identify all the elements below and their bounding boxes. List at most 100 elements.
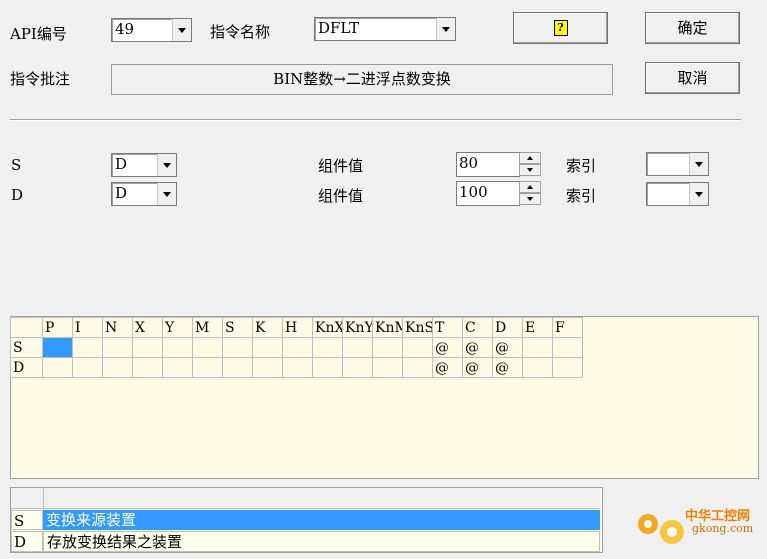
grid-column-header: T — [432, 317, 463, 338]
grid-cell[interactable] — [342, 337, 373, 358]
description-row-s[interactable]: S 变换来源装置 — [11, 510, 600, 531]
grid-cell[interactable] — [162, 357, 193, 378]
api-number-dropdown[interactable]: 49 — [111, 18, 192, 42]
description-row-d[interactable]: D 存放变换结果之装置 — [11, 531, 600, 552]
grid-cell[interactable] — [282, 357, 313, 378]
grid-column-header: N — [102, 317, 133, 338]
grid-cell[interactable] — [342, 357, 373, 378]
grid-cell[interactable] — [522, 337, 553, 358]
remark-label: 指令批注 — [10, 70, 71, 88]
operand-s-type-value: D — [115, 155, 128, 173]
grid-cell[interactable] — [252, 357, 283, 378]
operand-s-type-dropdown[interactable]: D — [111, 153, 177, 177]
description-row-text: 存放变换结果之装置 — [43, 531, 600, 552]
cancel-button[interactable]: 取消 — [645, 62, 740, 94]
grid-column-header: F — [552, 317, 583, 338]
operand-d-value-input[interactable]: 100 — [456, 181, 520, 206]
grid-cell[interactable] — [222, 337, 253, 358]
operand-s-value-input[interactable]: 80 — [456, 152, 520, 177]
grid-column-header: I — [72, 317, 103, 338]
description-row-label: S — [11, 510, 43, 530]
grid-cell[interactable] — [72, 337, 103, 358]
grid-column-header: KnS — [402, 317, 433, 338]
command-name-label: 指令名称 — [210, 23, 271, 41]
gear-icon — [638, 514, 684, 544]
ok-button[interactable]: 确定 — [645, 12, 740, 44]
grid-cell[interactable] — [552, 337, 583, 358]
grid-column-header: KnM — [372, 317, 403, 338]
grid-cell[interactable] — [312, 357, 343, 378]
grid-column-header: S — [222, 317, 253, 338]
operand-s-index-dropdown[interactable] — [646, 152, 709, 176]
watermark-logo: 中华工控网 gkong.com — [630, 497, 760, 552]
grid-cell[interactable] — [552, 357, 583, 378]
operand-d-spinner[interactable] — [519, 181, 541, 206]
spin-up-icon[interactable] — [519, 181, 541, 193]
operand-d-value-label: 组件值 — [318, 187, 364, 205]
grid-cell[interactable]: @ — [462, 337, 493, 358]
grid-cell[interactable] — [72, 357, 103, 378]
command-name-dropdown[interactable]: DFLT — [314, 17, 456, 41]
grid-column-header: KnX — [312, 317, 343, 338]
grid-cell[interactable] — [252, 337, 283, 358]
grid-cell[interactable] — [192, 337, 223, 358]
grid-cell[interactable] — [402, 357, 433, 378]
operand-d-label: D — [11, 186, 24, 204]
grid-column-header: K — [252, 317, 283, 338]
description-row-label: D — [11, 531, 43, 552]
chevron-down-icon[interactable] — [157, 154, 176, 176]
remark-field: BIN整数→二进浮点数变换 — [111, 64, 613, 95]
grid-column-header: H — [282, 317, 313, 338]
grid-cell[interactable] — [102, 357, 133, 378]
grid-row-header: S — [10, 337, 43, 358]
grid-column-header: D — [492, 317, 523, 338]
grid-cell[interactable]: @ — [432, 337, 463, 358]
description-row-text: 变换来源装置 — [43, 510, 600, 530]
operand-d-type-value: D — [115, 184, 128, 202]
grid-cell[interactable] — [222, 357, 253, 378]
grid-cell[interactable] — [162, 337, 193, 358]
api-number-label: API编号 — [10, 25, 67, 43]
device-grid: PINXYMSKHKnXKnYKnMKnSTCDEFS@@@D@@@ — [10, 317, 583, 378]
grid-cell[interactable] — [132, 357, 163, 378]
grid-cell[interactable]: @ — [462, 357, 493, 378]
operand-s-index-label: 索引 — [566, 157, 597, 175]
spin-down-icon[interactable] — [519, 193, 541, 205]
grid-cell[interactable]: @ — [432, 357, 463, 378]
operand-d-index-dropdown[interactable] — [646, 182, 709, 206]
grid-cell[interactable] — [282, 337, 313, 358]
grid-cell[interactable] — [312, 337, 343, 358]
grid-column-header: Y — [162, 317, 193, 338]
grid-cell[interactable] — [372, 337, 403, 358]
operand-s-spinner[interactable] — [519, 152, 541, 177]
grid-cell[interactable] — [192, 357, 223, 378]
grid-cell[interactable] — [42, 337, 73, 358]
grid-cell[interactable] — [522, 357, 553, 378]
spin-up-icon[interactable] — [519, 152, 541, 164]
grid-cell[interactable] — [402, 337, 433, 358]
operand-d-index-label: 索引 — [566, 187, 597, 205]
help-icon: ? — [553, 20, 568, 36]
chevron-down-icon[interactable] — [157, 183, 176, 205]
grid-cell[interactable] — [372, 357, 403, 378]
grid-cell[interactable] — [102, 337, 133, 358]
chevron-down-icon[interactable] — [436, 18, 455, 40]
grid-column-header: X — [132, 317, 163, 338]
grid-column-header: C — [462, 317, 493, 338]
chevron-down-icon[interactable] — [172, 19, 191, 41]
grid-cell[interactable]: @ — [492, 357, 523, 378]
spin-down-icon[interactable] — [519, 164, 541, 176]
grid-cell[interactable]: @ — [492, 337, 523, 358]
grid-row-header: D — [10, 357, 43, 378]
operand-s-value: 80 — [459, 154, 479, 172]
chevron-down-icon[interactable] — [689, 153, 708, 175]
operand-s-label: S — [11, 156, 22, 174]
operand-d-value: 100 — [459, 183, 488, 201]
api-number-value: 49 — [115, 20, 135, 38]
chevron-down-icon[interactable] — [689, 183, 708, 205]
operand-d-type-dropdown[interactable]: D — [111, 182, 177, 206]
grid-cell[interactable] — [42, 357, 73, 378]
grid-column-header: M — [192, 317, 223, 338]
grid-cell[interactable] — [132, 337, 163, 358]
help-button[interactable]: ? — [513, 12, 608, 44]
